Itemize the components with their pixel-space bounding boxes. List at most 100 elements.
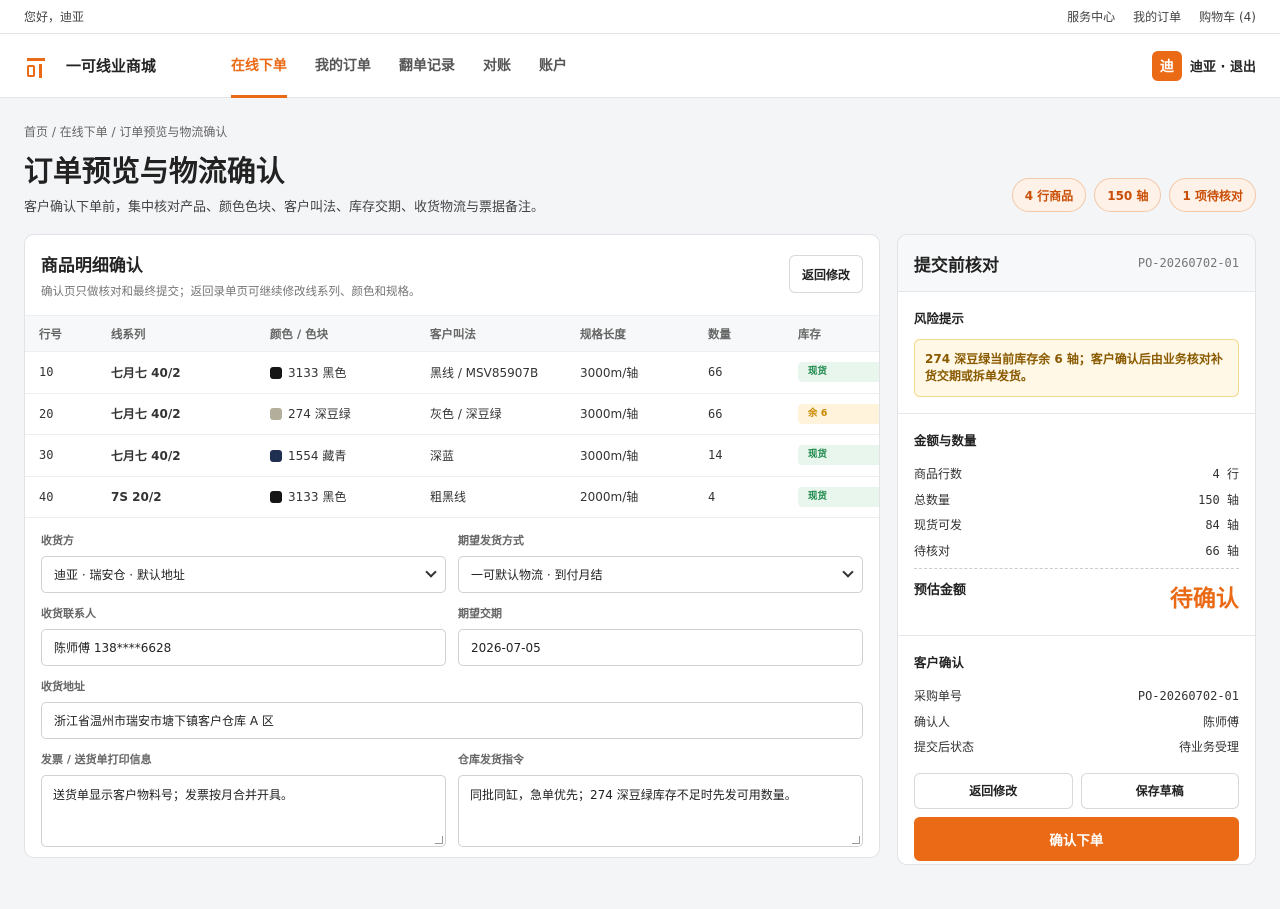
receiver-label: 收货方: [41, 534, 74, 547]
logistics-form: 收货方 迪亚 · 瑞安仓 · 默认地址 期望发货方式 一可默认物流 · 到付月结…: [25, 518, 879, 857]
contact-label: 收货联系人: [41, 607, 96, 620]
my-orders-link[interactable]: 我的订单: [1133, 8, 1181, 25]
user-logout-link[interactable]: 迪亚 · 退出: [1190, 56, 1256, 75]
greeting-text: 您好，迪亚: [24, 10, 85, 24]
stock-badge: 现货: [798, 486, 879, 507]
col-series: 线系列: [97, 315, 256, 352]
divider: [914, 568, 1239, 569]
cell-stock: 余 6: [784, 393, 879, 435]
col-color: 颜色 / 色块: [256, 315, 416, 352]
chevron-down-icon: [425, 566, 437, 578]
summary-row: 提交后状态 待业务受理: [914, 734, 1239, 760]
brand-logo[interactable]: 一可线业商城: [24, 53, 231, 79]
summary-header: 提交前核对 PO-20260702-01: [898, 235, 1255, 292]
main-nav: 在线下单 我的订单 翻单记录 对账 账户: [231, 34, 567, 98]
warehouse-label: 仓库发货指令: [458, 753, 524, 766]
table-row: 20 七月七 40/2 274 深豆绿 灰色 / 深豆绿 3000m/轴 66 余 6: [25, 393, 879, 435]
warehouse-textarea[interactable]: 同批同缸，急单优先；274 深豆绿库存不足时先发可用数量。: [458, 775, 863, 847]
service-center-link[interactable]: 服务中心: [1067, 8, 1115, 25]
summary-title: 提交前核对: [914, 255, 999, 276]
summary-row-label: 确认人: [914, 714, 951, 729]
ship-method-select[interactable]: 一可默认物流 · 到付月结: [458, 556, 863, 593]
user-menu[interactable]: 迪 迪亚 · 退出: [1152, 50, 1256, 81]
cell-alias: 深蓝: [416, 434, 566, 477]
items-card-header: 商品明细确认 确认页只做核对和最终提交；返回录单页可继续修改线系列、颜色和规格。…: [25, 235, 879, 315]
resize-handle-icon[interactable]: [852, 836, 860, 844]
cell-spec: 3000m/轴: [566, 351, 694, 394]
stock-badge: 现货: [798, 445, 879, 466]
color-swatch: [270, 408, 282, 421]
confirm-order-button[interactable]: 确认下单: [914, 816, 1239, 861]
main-header: 一可线业商城 在线下单 我的订单 翻单记录 对账 账户 迪 迪亚 · 退出: [0, 34, 1280, 98]
summary-row-value: 陈师傅: [1202, 714, 1239, 729]
delivery-date-input[interactable]: 2026-07-05: [458, 629, 863, 666]
stock-badge: 余 6: [798, 403, 879, 424]
top-utility-bar: 您好，迪亚 服务中心 我的订单 购物车 (4): [0, 0, 1280, 34]
cell-stock: 现货: [784, 434, 879, 477]
cell-line-no: 30: [25, 434, 97, 477]
invoice-textarea[interactable]: 送货单显示客户物料号；发票按月合并开具。: [41, 775, 446, 847]
back-to-edit-button-2[interactable]: 返回修改: [914, 772, 1073, 809]
back-to-edit-button[interactable]: 返回修改: [789, 255, 863, 293]
summary-row-label: 提交后状态: [914, 740, 975, 755]
cell-color: 274 深豆绿: [256, 393, 416, 435]
brand-logo-icon: [24, 53, 50, 79]
receiver-value: 迪亚 · 瑞安仓 · 默认地址: [54, 568, 185, 582]
col-stock: 库存: [784, 315, 879, 352]
summary-row: 现货可发 84 轴: [914, 512, 1239, 538]
address-input[interactable]: 浙江省温州市瑞安市塘下镇客户仓库 A 区: [41, 702, 863, 739]
cell-series: 七月七 40/2: [97, 434, 256, 477]
summary-row-value: 84 轴: [1205, 518, 1239, 533]
cell-line-no: 20: [25, 393, 97, 435]
summary-row: 待核对 66 轴: [914, 538, 1239, 564]
cell-color: 3133 黑色: [256, 476, 416, 518]
summary-row: 确认人 陈师傅: [914, 709, 1239, 735]
chevron-down-icon: [842, 566, 854, 578]
nav-reconciliation[interactable]: 对账: [483, 34, 511, 98]
nav-online-order[interactable]: 在线下单: [231, 34, 287, 98]
nav-reorder-history[interactable]: 翻单记录: [399, 34, 455, 98]
cell-series: 七月七 40/2: [97, 393, 256, 435]
cell-qty: 66: [694, 351, 784, 394]
page-title: 订单预览与物流确认: [24, 154, 286, 188]
page-content: 首页 / 在线下单 / 订单预览与物流确认 订单预览与物流确认 客户确认下单前，…: [0, 123, 1280, 865]
stock-badge: 现货: [798, 362, 879, 383]
cart-link[interactable]: 购物车 (4): [1199, 8, 1256, 25]
cell-spec: 3000m/轴: [566, 393, 694, 435]
main-area: 商品明细确认 确认页只做核对和最终提交；返回录单页可继续修改线系列、颜色和规格。…: [24, 234, 1256, 865]
resize-handle-icon[interactable]: [435, 836, 443, 844]
cell-stock: 现货: [784, 351, 879, 394]
table-row: 30 七月七 40/2 1554 藏青 深蓝 3000m/轴 14 现货: [25, 434, 879, 477]
nav-my-orders[interactable]: 我的订单: [315, 34, 371, 98]
address-label: 收货地址: [41, 680, 85, 693]
cell-series: 七月七 40/2: [97, 351, 256, 394]
cell-series: 7S 20/2: [97, 476, 256, 518]
save-draft-button[interactable]: 保存草稿: [1080, 772, 1239, 809]
summary-row: 总数量 150 轴: [914, 487, 1239, 513]
summary-row-label: 总数量: [914, 492, 951, 507]
color-label: 1554 藏青: [288, 448, 347, 463]
ship-method-label: 期望发货方式: [458, 534, 524, 547]
table-row: 10 七月七 40/2 3133 黑色 黑线 / MSV85907B 3000m/轴 66…: [25, 351, 879, 394]
cell-alias: 粗黑线: [416, 476, 566, 518]
cell-line-no: 40: [25, 476, 97, 518]
color-swatch: [270, 491, 282, 504]
cell-spec: 2000m/轴: [566, 476, 694, 518]
contact-input[interactable]: 陈师傅 138****6628: [41, 629, 446, 666]
cell-qty: 4: [694, 476, 784, 518]
ship-method-value: 一可默认物流 · 到付月结: [471, 568, 603, 582]
table-header-row: 行号 线系列 颜色 / 色块 客户叫法 规格长度 数量 库存: [25, 315, 879, 352]
items-card-desc: 确认页只做核对和最终提交；返回录单页可继续修改线系列、颜色和规格。: [41, 284, 421, 298]
po-number: PO-20260702-01: [1137, 256, 1239, 270]
brand-name: 一可线业商城: [66, 57, 157, 75]
summary-card: 提交前核对 PO-20260702-01 风险提示 274 深豆绿当前库存余 6…: [897, 234, 1256, 865]
color-label: 274 深豆绿: [288, 407, 351, 422]
estimate-label: 预估金额: [914, 583, 967, 598]
summary-row-label: 现货可发: [914, 518, 963, 533]
pill-line-count: 4 行商品: [1011, 178, 1087, 212]
nav-account[interactable]: 账户: [539, 34, 567, 98]
col-alias: 客户叫法: [416, 315, 566, 352]
summary-row-value: 150 轴: [1198, 492, 1239, 507]
amount-title: 金额与数量: [914, 433, 977, 448]
receiver-select[interactable]: 迪亚 · 瑞安仓 · 默认地址: [41, 556, 446, 593]
